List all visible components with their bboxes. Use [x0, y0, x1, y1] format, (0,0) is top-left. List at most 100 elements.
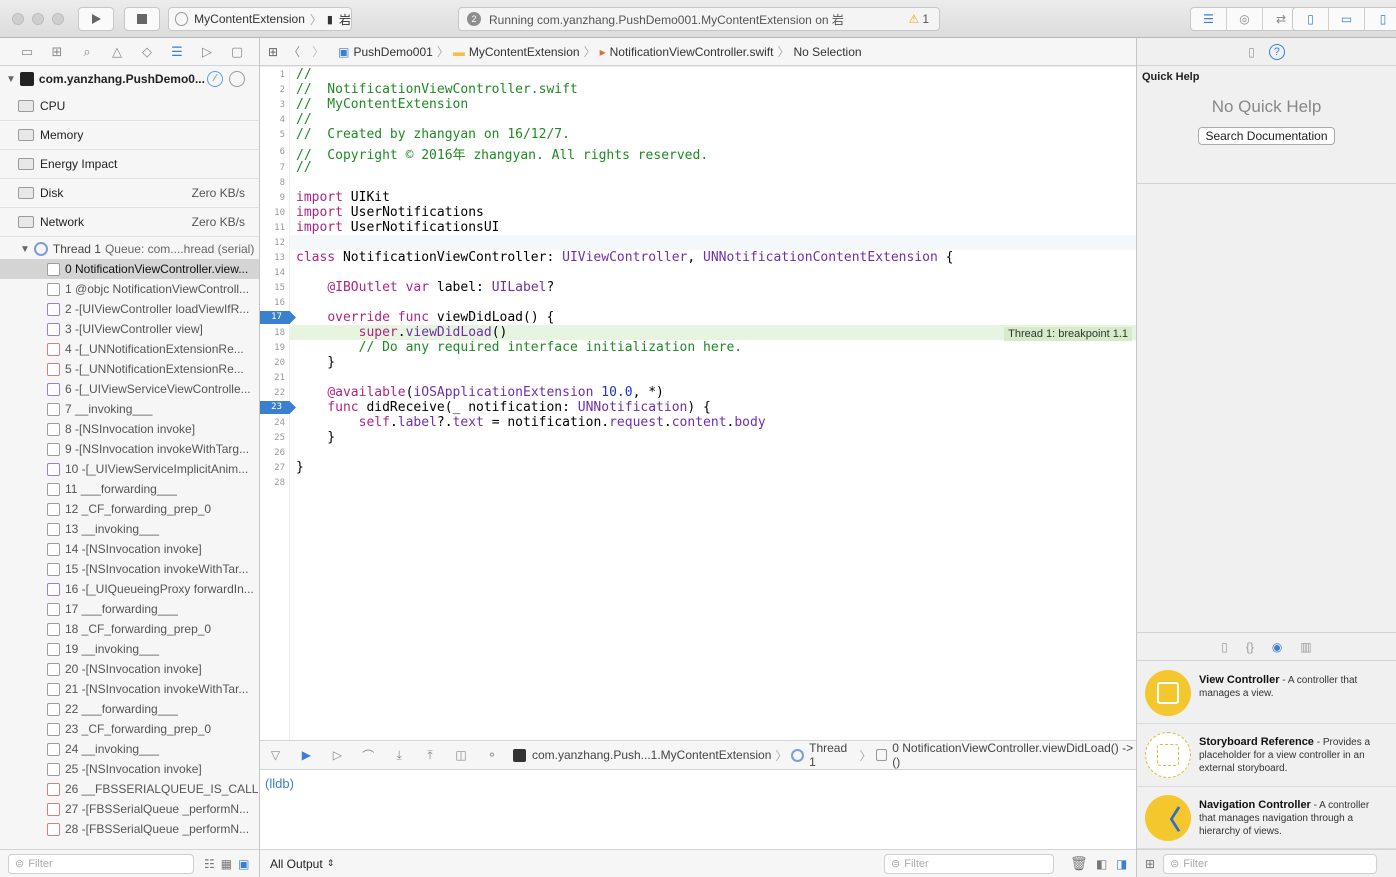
stack-frame-row[interactable]: 10 -[_UIViewServiceImplicitAnim... — [0, 459, 259, 479]
output-selector[interactable]: All Output — [270, 857, 323, 871]
stack-frame-row[interactable]: 2 -[UIViewController loadViewIfR... — [0, 299, 259, 319]
gauge-row-cpu[interactable]: CPU — [0, 92, 259, 121]
issue-navigator-icon[interactable]: △ — [102, 44, 132, 60]
memory-graph-icon[interactable]: ⚬ — [476, 748, 507, 762]
back-button[interactable]: 〈 — [288, 43, 300, 60]
gauge-row-disk[interactable]: Disk Zero KB/s — [0, 179, 259, 208]
related-items-icon[interactable]: ⊞ — [268, 45, 278, 59]
object-library-icon[interactable]: ◉ — [1272, 640, 1282, 654]
stack-frame-row[interactable]: 5 -[_UNNotificationExtensionRe... — [0, 359, 259, 379]
jump-file[interactable]: NotificationViewController.swift — [610, 45, 774, 59]
warning-count[interactable]: 1 — [922, 12, 929, 26]
process-row[interactable]: ▼ com.yanzhang.PushDemo0... ∕ — [0, 66, 259, 92]
assistant-editor-icon[interactable]: ◎ — [1227, 8, 1263, 30]
show-variables-icon[interactable]: ◧ — [1096, 857, 1107, 871]
debug-console[interactable]: (lldb) — [260, 770, 1136, 849]
stack-frame-row[interactable]: 1 @objc NotificationViewControll... — [0, 279, 259, 299]
hide-debug-area-icon[interactable]: ▽ — [260, 748, 291, 762]
stack-frame-row[interactable]: 3 -[UIViewController view] — [0, 319, 259, 339]
continue-icon[interactable]: ▷ — [322, 748, 353, 762]
stack-frame-row[interactable]: 6 -[_UIViewServiceViewControlle... — [0, 379, 259, 399]
toggle-utilities-icon[interactable]: ▯ — [1365, 8, 1396, 30]
disclosure-triangle-icon[interactable]: ▼ — [6, 74, 16, 85]
breakpoint-navigator-icon[interactable]: ▷ — [192, 44, 222, 60]
gauge-row-network[interactable]: Network Zero KB/s — [0, 208, 259, 237]
stack-frame-row[interactable]: 21 -[NSInvocation invokeWithTar... — [0, 679, 259, 699]
minimize-window-button[interactable] — [32, 13, 44, 25]
stack-frame-row[interactable]: 4 -[_UNNotificationExtensionRe... — [0, 339, 259, 359]
breakpoints-toggle-icon[interactable]: ▶ — [291, 748, 322, 762]
quick-help-icon[interactable]: ? — [1268, 43, 1285, 60]
find-navigator-icon[interactable]: ⌕ — [72, 44, 102, 60]
breakpoint-marker[interactable]: 23 — [260, 401, 296, 414]
stack-frame-row[interactable]: 13 __invoking___ — [0, 519, 259, 539]
navigator-filter-input[interactable]: ⊜ Filter — [8, 853, 194, 874]
gauge-row-energy-impact[interactable]: Energy Impact — [0, 150, 259, 179]
jump-project[interactable]: PushDemo001 — [353, 45, 432, 59]
stack-frame-row[interactable]: 18 _CF_forwarding_prep_0 — [0, 619, 259, 639]
toggle-debug-area-icon[interactable]: ▭ — [1329, 8, 1365, 30]
file-template-library-icon[interactable]: ▯ — [1221, 640, 1228, 654]
stack-frame-row[interactable]: 23 _CF_forwarding_prep_0 — [0, 719, 259, 739]
line-number-gutter[interactable]: 1 2 3 4 5 6 7 8 9 10 11 12 13 14 15 16 17 18 19 20 21 22 23 24 2… — [260, 67, 296, 740]
stack-frame-row[interactable]: 22 ___forwarding___ — [0, 699, 259, 719]
library-item-storyboard-reference[interactable]: Storyboard Reference - Provides a placeh… — [1137, 724, 1396, 787]
forward-button[interactable]: 〉 — [312, 43, 324, 60]
library-filter-input[interactable]: ⊜ Filter — [1163, 853, 1378, 874]
stack-frame-row[interactable]: 14 -[NSInvocation invoke] — [0, 539, 259, 559]
stack-frame-row[interactable]: 27 -[FBSSerialQueue _performN... — [0, 799, 259, 819]
show-only-frames-icon[interactable]: ▦ — [221, 857, 232, 871]
show-only-crashed-icon[interactable]: ☷ — [204, 857, 215, 871]
close-window-button[interactable] — [12, 13, 24, 25]
project-navigator-icon[interactable]: ▭ — [12, 44, 42, 60]
debug-frame[interactable]: 0 NotificationViewController.viewDidLoad… — [892, 741, 1136, 769]
report-navigator-icon[interactable]: ▢ — [222, 44, 252, 60]
media-library-icon[interactable]: ▥ — [1300, 640, 1311, 654]
debug-navigator-icon[interactable]: ☰ — [162, 44, 192, 60]
jump-group[interactable]: MyContentExtension — [469, 45, 580, 59]
step-into-icon[interactable]: ⤓ — [384, 748, 415, 763]
view-debugger-icon[interactable]: ◫ — [446, 748, 477, 762]
toggle-navigator-icon[interactable]: ▯ — [1293, 8, 1329, 30]
library-item-view-controller[interactable]: View Controller - A controller that mana… — [1137, 662, 1396, 724]
jump-selection[interactable]: No Selection — [794, 45, 862, 59]
disclosure-triangle-icon[interactable]: ▼ — [20, 244, 30, 255]
symbol-navigator-icon[interactable]: ⊞ — [42, 44, 72, 60]
stop-button[interactable] — [124, 7, 160, 31]
trash-icon[interactable]: 🗑 — [1070, 855, 1088, 872]
run-button[interactable] — [78, 7, 114, 31]
updown-chevron-icon[interactable]: ⇕ — [327, 858, 335, 869]
debug-process[interactable]: com.yanzhang.Push...1.MyContentExtension — [532, 748, 771, 762]
show-running-icon[interactable]: ▣ — [238, 857, 249, 871]
thread-row[interactable]: ▼ Thread 1 Queue: com....hread (serial) — [0, 239, 259, 259]
zoom-window-button[interactable] — [52, 13, 64, 25]
stack-frame-row[interactable]: 28 -[FBSSerialQueue _performN... — [0, 819, 259, 839]
stack-frame-row[interactable]: 16 -[_UIQueueingProxy forwardIn... — [0, 579, 259, 599]
stack-frame-row[interactable]: 9 -[NSInvocation invokeWithTarg... — [0, 439, 259, 459]
stack-frame-row[interactable]: 12 _CF_forwarding_prep_0 — [0, 499, 259, 519]
stack-frame-row[interactable]: 24 __invoking___ — [0, 739, 259, 759]
library-item-navigation-controller[interactable]: 〈 Navigation Controller - A controller t… — [1137, 787, 1396, 849]
stack-frame-row[interactable]: 26 __FBSSERIALQUEUE_IS_CALL... — [0, 779, 259, 799]
stack-frame-row[interactable]: 0 NotificationViewController.view... — [0, 259, 259, 279]
warning-icon[interactable]: ⚠ — [909, 12, 920, 26]
stack-frame-row[interactable]: 19 __invoking___ — [0, 639, 259, 659]
step-out-icon[interactable]: ⤒ — [415, 748, 446, 763]
stack-frame-row[interactable]: 15 -[NSInvocation invokeWithTar... — [0, 559, 259, 579]
stack-frame-row[interactable]: 17 ___forwarding___ — [0, 599, 259, 619]
stack-frame-row[interactable]: 11 ___forwarding___ — [0, 479, 259, 499]
stack-frame-row[interactable]: 8 -[NSInvocation invoke] — [0, 419, 259, 439]
step-over-icon[interactable]: ⌒ — [353, 747, 384, 764]
test-navigator-icon[interactable]: ◇ — [132, 44, 162, 60]
gauge-row-memory[interactable]: Memory — [0, 121, 259, 150]
breakpoint-marker[interactable]: 17 — [260, 311, 296, 324]
code-snippet-library-icon[interactable]: {} — [1246, 640, 1254, 654]
file-inspector-icon[interactable]: ▯ — [1248, 45, 1255, 59]
show-console-icon[interactable]: ◨ — [1116, 857, 1127, 871]
standard-editor-icon[interactable]: ☰ — [1191, 8, 1227, 30]
gauge-toggle-icon[interactable]: ∕ — [207, 71, 223, 87]
thread-view-icon[interactable] — [229, 71, 245, 87]
source-editor[interactable]: 1 2 3 4 5 6 7 8 9 10 11 12 13 14 15 16 17 18 19 20 21 22 23 24 2… — [260, 67, 1136, 740]
stack-frame-row[interactable]: 20 -[NSInvocation invoke] — [0, 659, 259, 679]
stack-frame-row[interactable]: 7 __invoking___ — [0, 399, 259, 419]
